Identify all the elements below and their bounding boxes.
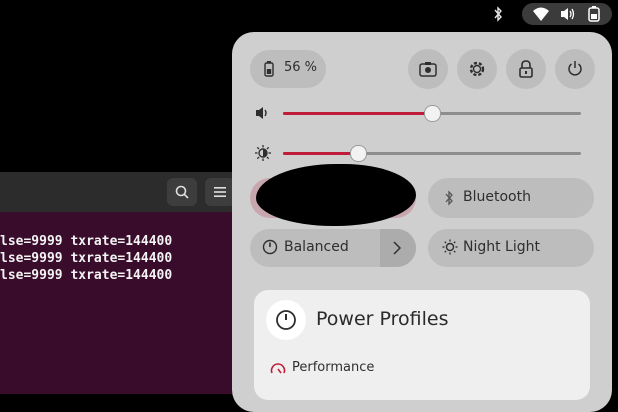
settings-button[interactable] [457, 49, 497, 89]
terminal-headerbar [0, 172, 235, 212]
lock-button[interactable] [506, 49, 546, 89]
bluetooth-toggle[interactable]: Bluetooth [428, 178, 594, 218]
terminal-menu-button[interactable] [205, 178, 235, 206]
power-mode-label: Balanced [284, 239, 349, 255]
power-mode-toggle[interactable]: Balanced [250, 229, 416, 267]
power-profiles-icon-container [266, 300, 306, 340]
bluetooth-icon [445, 190, 453, 206]
menu-icon [214, 187, 226, 197]
night-light-toggle[interactable]: Night Light [428, 229, 594, 267]
power-icon [568, 61, 582, 76]
screenshot-button[interactable] [408, 49, 448, 89]
terminal-search-button[interactable] [167, 178, 197, 206]
power-profiles-submenu: Power Profiles Performance [254, 290, 590, 400]
lock-icon [519, 60, 533, 78]
performance-label: Performance [292, 360, 375, 375]
terminal-line: lse=9999 txrate=144400 [0, 251, 173, 266]
search-icon [175, 185, 189, 199]
battery-icon [588, 6, 600, 22]
volume-slider-fill [283, 112, 432, 115]
battery-button[interactable]: 56 % [250, 50, 326, 88]
brightness-slider-knob[interactable] [350, 145, 367, 162]
night-light-icon [442, 239, 458, 255]
performance-item[interactable]: Performance [264, 356, 580, 382]
terminal-output[interactable]: lse=9999 txrate=144400 lse=9999 txrate=1… [0, 212, 232, 394]
power-button[interactable] [555, 49, 595, 89]
chevron-right-icon [393, 241, 401, 255]
power-profiles-title: Power Profiles [316, 308, 449, 330]
bluetooth-label: Bluetooth [463, 189, 531, 205]
terminal-line: lse=9999 txrate=144400 [0, 268, 173, 283]
bluetooth-icon[interactable] [492, 6, 504, 22]
volume-icon [561, 8, 575, 20]
volume-slider-knob[interactable] [424, 105, 441, 122]
battery-icon [264, 61, 274, 77]
brightness-slider-fill [283, 152, 358, 155]
battery-percentage: 56 % [284, 60, 318, 75]
redaction-blob [256, 164, 416, 226]
system-status-button[interactable] [522, 3, 612, 25]
settings-icon [469, 61, 485, 77]
performance-icon [270, 363, 286, 374]
top-bar [0, 0, 618, 28]
screenshot-icon [419, 62, 437, 77]
power-profile-icon [276, 310, 296, 330]
volume-icon [256, 107, 267, 119]
terminal-line: lse=9999 txrate=144400 [0, 234, 173, 249]
power-profile-icon [262, 239, 278, 255]
brightness-icon [255, 145, 271, 161]
night-light-label: Night Light [463, 239, 540, 255]
wifi-icon [533, 7, 549, 21]
